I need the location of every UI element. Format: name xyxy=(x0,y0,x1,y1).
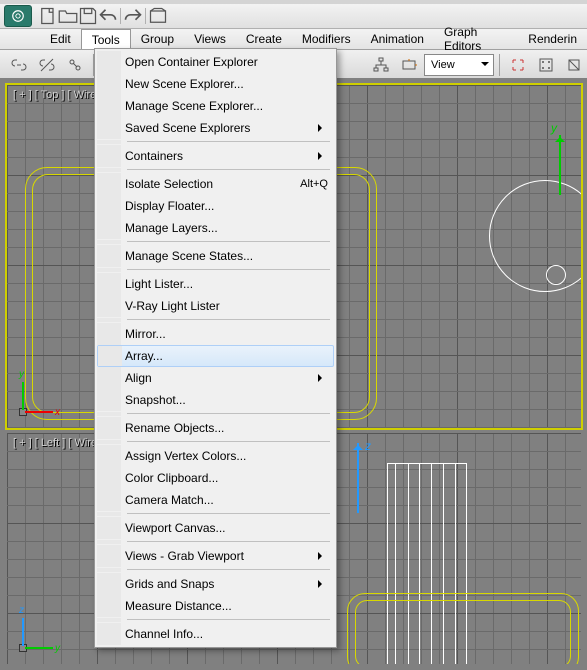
menu-item-label: Manage Layers... xyxy=(125,221,218,235)
menubar-item-graph-editors[interactable]: Graph Editors xyxy=(434,29,518,49)
redo-icon[interactable] xyxy=(123,6,143,26)
menubar-item-group[interactable]: Group xyxy=(131,29,184,49)
menu-item-label: Open Container Explorer xyxy=(125,55,258,69)
bind-icon[interactable] xyxy=(62,52,88,78)
menu-item-label: Snapshot... xyxy=(125,393,186,407)
submenu-arrow-icon xyxy=(318,124,326,132)
menu-item-label: Display Floater... xyxy=(125,199,214,213)
submenu-arrow-icon xyxy=(318,580,326,588)
menu-bar: EditToolsGroupViewsCreateModifiersAnimat… xyxy=(0,29,587,50)
open-icon[interactable] xyxy=(58,6,78,26)
menu-item-assign-vertex-colors[interactable]: Assign Vertex Colors... xyxy=(97,445,334,467)
menu-item-mirror[interactable]: Mirror... xyxy=(97,323,334,345)
menu-item-new-scene-explorer[interactable]: New Scene Explorer... xyxy=(97,73,334,95)
edged-faces-icon[interactable] xyxy=(561,52,587,78)
menu-item-array[interactable]: Array... xyxy=(97,345,334,367)
menubar-item-animation[interactable]: Animation xyxy=(361,29,434,49)
save-icon[interactable] xyxy=(78,6,98,26)
menubar-item-modifiers[interactable]: Modifiers xyxy=(292,29,361,49)
menu-item-camera-match[interactable]: Camera Match... xyxy=(97,489,334,511)
menu-item-label: Mirror... xyxy=(125,327,166,341)
viewport-axis-tripod: xy xyxy=(19,366,69,416)
menu-item-label: Containers xyxy=(125,149,183,163)
menu-item-label: Light Lister... xyxy=(125,277,193,291)
menu-item-manage-layers[interactable]: Manage Layers... xyxy=(97,217,334,239)
menu-item-label: Manage Scene States... xyxy=(125,249,253,263)
menu-item-label: Grids and Snaps xyxy=(125,577,214,591)
menubar-item-renderin[interactable]: Renderin xyxy=(518,29,587,49)
new-icon[interactable] xyxy=(38,6,58,26)
submenu-arrow-icon xyxy=(318,374,326,382)
submenu-arrow-icon xyxy=(318,552,326,560)
view-dropdown[interactable]: View xyxy=(424,54,494,76)
menu-item-v-ray-light-lister[interactable]: V-Ray Light Lister xyxy=(97,295,334,317)
menu-item-snapshot[interactable]: Snapshot... xyxy=(97,389,334,411)
menu-item-viewport-canvas[interactable]: Viewport Canvas... xyxy=(97,517,334,539)
menu-item-label: Camera Match... xyxy=(125,493,214,507)
menu-item-shortcut: Alt+Q xyxy=(300,178,328,190)
menu-item-label: Measure Distance... xyxy=(125,599,232,613)
menu-item-views-grab-viewport[interactable]: Views - Grab Viewport xyxy=(97,545,334,567)
menubar-item-edit[interactable]: Edit xyxy=(40,29,81,49)
submenu-arrow-icon xyxy=(318,152,326,160)
menu-item-saved-scene-explorers[interactable]: Saved Scene Explorers xyxy=(97,117,334,139)
menu-item-isolate-selection[interactable]: Isolate Selection Alt+Q xyxy=(97,173,334,195)
create-view-icon[interactable] xyxy=(396,52,422,78)
viewport-axis-tripod: yz xyxy=(19,602,69,652)
selection-bracket-icon[interactable] xyxy=(505,52,531,78)
menu-item-display-floater[interactable]: Display Floater... xyxy=(97,195,334,217)
menu-item-rename-objects[interactable]: Rename Objects... xyxy=(97,417,334,439)
project-icon[interactable] xyxy=(148,6,168,26)
menu-item-label: Manage Scene Explorer... xyxy=(125,99,263,113)
menu-item-label: Isolate Selection xyxy=(125,177,213,191)
link-icon[interactable] xyxy=(6,52,32,78)
menu-item-containers[interactable]: Containers xyxy=(97,145,334,167)
menu-item-manage-scene-explorer[interactable]: Manage Scene Explorer... xyxy=(97,95,334,117)
menu-item-label: Saved Scene Explorers xyxy=(125,121,250,135)
menubar-item-tools[interactable]: Tools xyxy=(81,29,131,49)
menu-item-label: Rename Objects... xyxy=(125,421,224,435)
safe-frame-icon[interactable] xyxy=(533,52,559,78)
tools-menu: Open Container Explorer New Scene Explore… xyxy=(94,48,337,648)
menu-item-label: Channel Info... xyxy=(125,627,203,641)
menubar-item-views[interactable]: Views xyxy=(184,29,236,49)
menu-item-channel-info[interactable]: Channel Info... xyxy=(97,623,334,645)
menu-item-grids-and-snaps[interactable]: Grids and Snaps xyxy=(97,573,334,595)
menu-item-manage-scene-states[interactable]: Manage Scene States... xyxy=(97,245,334,267)
menubar-item-create[interactable]: Create xyxy=(236,29,292,49)
menu-item-align[interactable]: Align xyxy=(97,367,334,389)
unlink-icon[interactable] xyxy=(34,52,60,78)
schematic-icon[interactable] xyxy=(368,52,394,78)
menu-item-light-lister[interactable]: Light Lister... xyxy=(97,273,334,295)
menu-item-label: V-Ray Light Lister xyxy=(125,299,220,313)
menu-item-label: Align xyxy=(125,371,152,385)
menu-item-measure-distance[interactable]: Measure Distance... xyxy=(97,595,334,617)
menu-item-label: New Scene Explorer... xyxy=(125,77,244,91)
menu-item-label: Color Clipboard... xyxy=(125,471,218,485)
menu-item-label: Assign Vertex Colors... xyxy=(125,449,246,463)
undo-icon[interactable] xyxy=(98,6,118,26)
view-dropdown-label: View xyxy=(431,59,455,71)
menu-item-color-clipboard[interactable]: Color Clipboard... xyxy=(97,467,334,489)
menu-item-label: Viewport Canvas... xyxy=(125,521,226,535)
menu-item-open-container-explorer[interactable]: Open Container Explorer xyxy=(97,51,334,73)
wireframe-circle xyxy=(546,265,566,285)
application-logo[interactable] xyxy=(4,5,32,27)
menu-item-label: Array... xyxy=(125,349,163,363)
menu-item-label: Views - Grab Viewport xyxy=(125,549,244,563)
